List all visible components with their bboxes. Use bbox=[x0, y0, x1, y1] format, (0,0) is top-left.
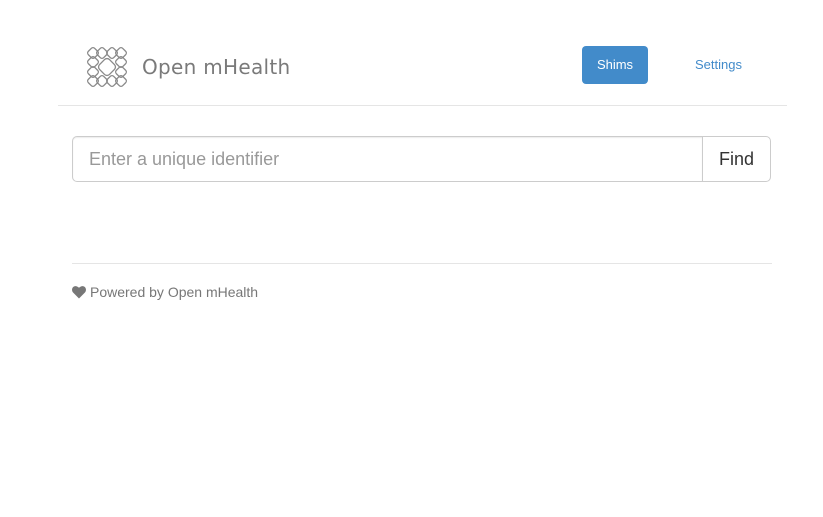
brand-name: Open mHealth bbox=[142, 55, 291, 79]
find-button[interactable]: Find bbox=[702, 136, 771, 182]
footer: Powered by Open mHealth bbox=[72, 263, 772, 300]
open-mhealth-logo-icon bbox=[84, 44, 130, 90]
nav-shims-button[interactable]: Shims bbox=[582, 46, 648, 84]
footer-powered-by-text: Powered by Open mHealth bbox=[90, 284, 259, 300]
page: Open mHealth Shims Settings Find Powered… bbox=[0, 0, 823, 517]
main-nav: Shims Settings bbox=[582, 46, 757, 84]
header: Open mHealth Shims Settings bbox=[58, 0, 787, 106]
nav-settings-link[interactable]: Settings bbox=[680, 46, 757, 84]
heart-icon bbox=[72, 285, 86, 299]
brand[interactable]: Open mHealth bbox=[84, 44, 291, 90]
search-bar: Find bbox=[72, 136, 771, 182]
identifier-search-input[interactable] bbox=[72, 136, 702, 182]
